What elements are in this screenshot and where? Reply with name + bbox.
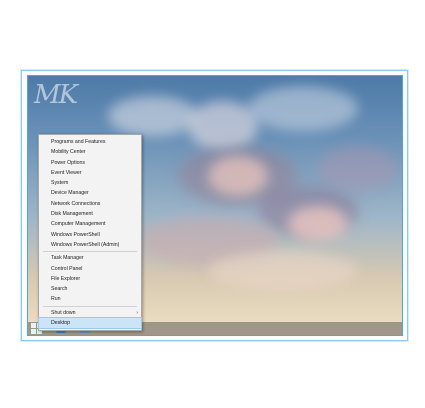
chevron-right-icon: › (136, 309, 138, 316)
winx-context-menu: Programs and Features Mobility Center Po… (38, 134, 142, 332)
cloud (208, 156, 268, 196)
menu-separator (43, 305, 137, 307)
menu-separator (43, 251, 137, 253)
cloud (208, 251, 358, 291)
cloud (248, 86, 358, 131)
cloud (318, 146, 398, 191)
menu-item-search[interactable]: Search (39, 284, 141, 294)
menu-item-shut-down-label: Shut down (51, 309, 76, 316)
menu-item-control-panel[interactable]: Control Panel (39, 264, 141, 274)
menu-item-power-options[interactable]: Power Options (39, 158, 141, 168)
menu-item-shut-down[interactable]: Shut down › (39, 308, 141, 318)
cloud (288, 206, 348, 241)
menu-item-task-manager[interactable]: Task Manager (39, 253, 141, 263)
menu-item-programs-and-features[interactable]: Programs and Features (39, 137, 141, 147)
cloud (108, 96, 198, 136)
menu-item-run[interactable]: Run (39, 294, 141, 304)
menu-item-mobility-center[interactable]: Mobility Center (39, 147, 141, 157)
menu-item-system[interactable]: System (39, 178, 141, 188)
menu-item-windows-powershell[interactable]: Windows PowerShell (39, 230, 141, 240)
menu-item-windows-powershell-admin[interactable]: Windows PowerShell (Admin) (39, 240, 141, 250)
menu-item-file-explorer[interactable]: File Explorer (39, 274, 141, 284)
menu-item-device-manager[interactable]: Device Manager (39, 188, 141, 198)
menu-item-network-connections[interactable]: Network Connections (39, 199, 141, 209)
menu-item-computer-management[interactable]: Computer Management (39, 219, 141, 229)
watermark-logo: MK (34, 80, 78, 110)
menu-item-event-viewer[interactable]: Event Viewer (39, 168, 141, 178)
menu-item-disk-management[interactable]: Disk Management (39, 209, 141, 219)
menu-item-desktop[interactable]: Desktop (38, 317, 142, 330)
